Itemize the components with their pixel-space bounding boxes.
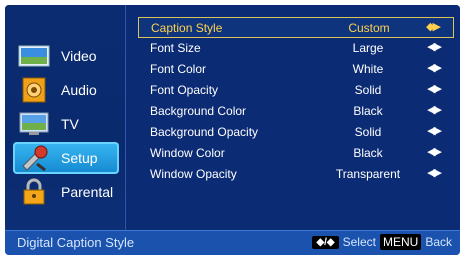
sidebar-item-tv[interactable]: TV [13,108,119,140]
sidebar-item-setup[interactable]: Setup [13,142,119,174]
back-label: Back [425,235,452,249]
audio-icon [17,76,51,104]
menu-key-icon: MENU [379,234,422,250]
left-right-arrows-icon[interactable]: ◀▶ [427,166,442,179]
lock-icon [17,178,51,206]
menu-row-background-opacity[interactable]: Background Opacity Solid ◀▶ [138,122,454,141]
menu-row-window-opacity[interactable]: Window Opacity Transparent ◀▶ [138,164,454,183]
footer-bar: Digital Caption Style ◆/◆ Select MENU Ba… [5,230,460,255]
row-value: Large [352,41,384,55]
select-label: Select [342,235,376,249]
menu-row-background-color[interactable]: Background Color Black ◀▶ [138,101,454,120]
menu-row-font-opacity[interactable]: Font Opacity Solid ◀▶ [138,80,454,99]
row-value: Solid [354,125,382,139]
sidebar-item-audio[interactable]: Audio [13,74,119,106]
menu-row-window-color[interactable]: Window Color Black ◀▶ [138,143,454,162]
tv-menu-frame: Video Audio TV Setup Parental Caption St… [0,0,465,260]
left-right-arrows-icon[interactable]: ◆▶ [426,20,441,33]
sidebar-item-label: Parental [61,184,114,200]
setup-icon [17,144,51,172]
row-value: Solid [354,83,382,97]
left-right-arrows-icon[interactable]: ◀▶ [427,145,442,158]
left-right-arrows-icon[interactable]: ◀▶ [427,82,442,95]
row-name: Background Opacity [150,125,259,139]
nav-arrows-key-icon: ◆/◆ [312,235,339,249]
setup-screen: Video Audio TV Setup Parental Caption St… [5,5,460,255]
row-name: Font Size [150,41,201,55]
footer-help: ◆/◆ Select MENU Back [312,234,452,250]
left-right-arrows-icon[interactable]: ◀▶ [427,61,442,74]
sidebar: Video Audio TV Setup Parental [5,5,124,231]
sidebar-item-label: Audio [61,82,97,98]
row-name: Font Color [150,62,207,76]
row-value: Transparent [335,167,401,181]
sidebar-item-label: Setup [61,150,98,166]
caption-settings-list: Caption Style Custom ◆▶ Font Size Large … [126,5,460,231]
sidebar-item-label: Video [61,48,97,64]
row-value: Black [353,104,383,118]
row-value: White [352,62,384,76]
sidebar-item-video[interactable]: Video [13,40,119,72]
row-name: Font Opacity [150,83,219,97]
row-value: Black [353,146,383,160]
menu-row-caption-style[interactable]: Caption Style Custom ◆▶ [138,17,454,38]
sidebar-item-parental[interactable]: Parental [13,176,119,208]
sidebar-item-label: TV [61,116,79,132]
left-right-arrows-icon[interactable]: ◀▶ [427,124,442,137]
row-value: Custom [348,21,390,35]
footer-title: Digital Caption Style [17,235,135,250]
video-icon [17,42,51,70]
menu-row-font-color[interactable]: Font Color White ◀▶ [138,59,454,78]
row-name: Window Color [150,146,225,160]
menu-row-font-size[interactable]: Font Size Large ◀▶ [138,38,454,57]
left-right-arrows-icon[interactable]: ◀▶ [427,103,442,116]
row-name: Caption Style [151,21,223,35]
row-name: Window Opacity [150,167,237,181]
left-right-arrows-icon[interactable]: ◀▶ [427,40,442,53]
tv-icon [17,110,51,138]
row-name: Background Color [150,104,247,118]
